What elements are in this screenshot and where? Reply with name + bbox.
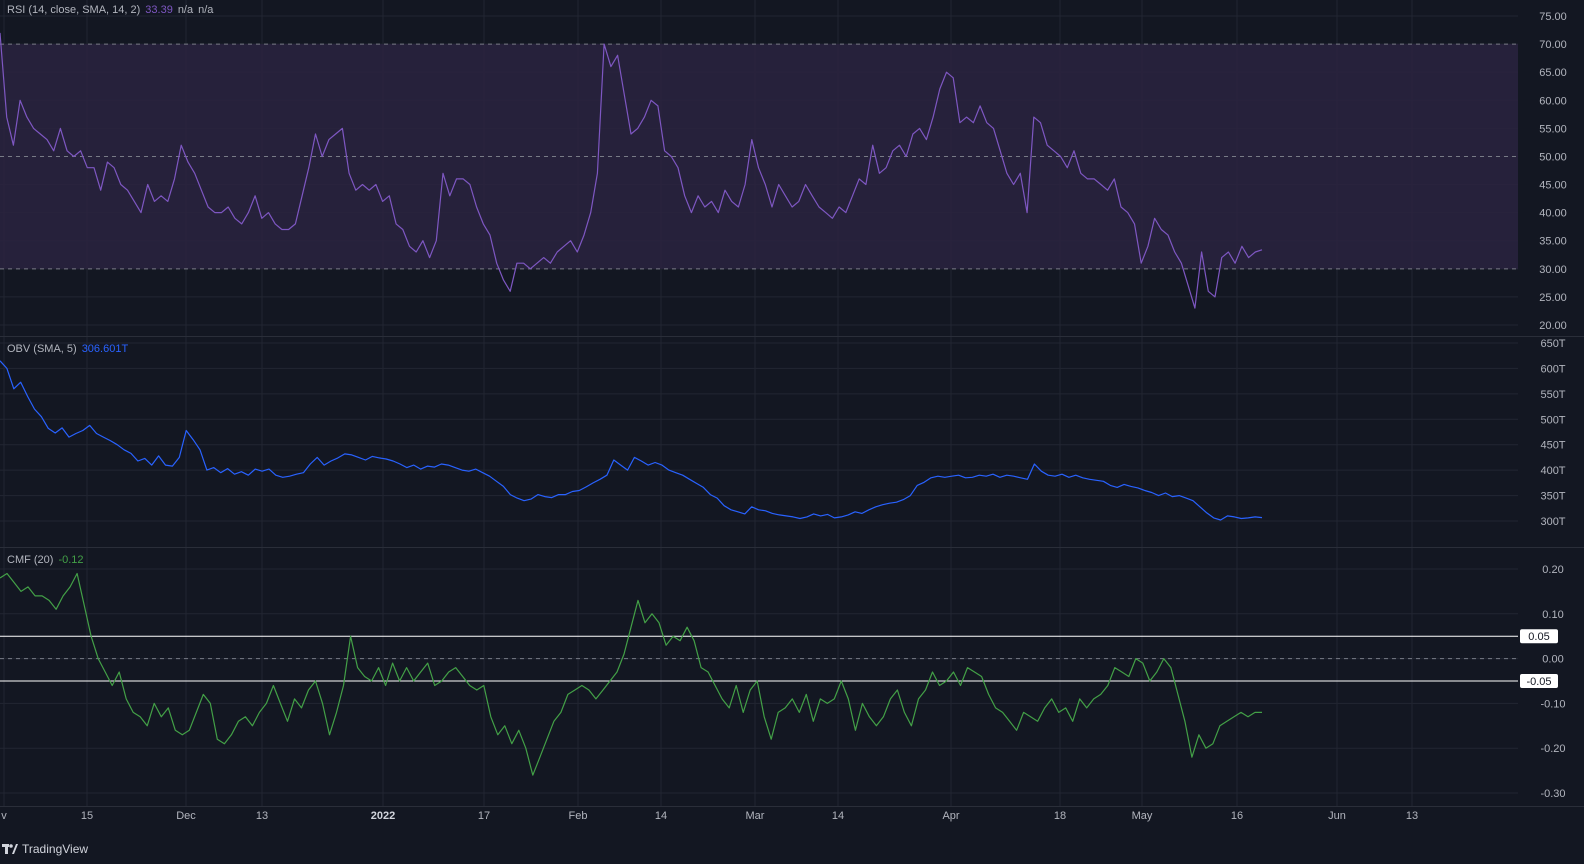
rsi-y-tick-label: 70.00 xyxy=(1539,39,1567,51)
obv-legend[interactable]: OBV (SMA, 5) 306.601T xyxy=(7,343,133,355)
cmf-level-tag-label: -0.05 xyxy=(1526,676,1551,688)
rsi-y-tick-label: 65.00 xyxy=(1539,67,1567,79)
obv-legend-value: 306.601T xyxy=(81,343,129,355)
rsi-legend[interactable]: RSI (14, close, SMA, 14, 2) 33.39 n/a n/a xyxy=(7,4,218,16)
x-axis-label: Feb xyxy=(569,810,588,822)
obv-series-line xyxy=(0,360,1263,521)
tradingview-brand-text: TradingView xyxy=(22,842,89,856)
rsi-y-tick-label: 50.00 xyxy=(1539,151,1567,163)
x-axis-label: 14 xyxy=(655,810,667,822)
x-axis-label: 17 xyxy=(478,810,490,822)
tradingview-logo-icon xyxy=(2,844,18,854)
x-axis-label: Jun xyxy=(1328,810,1346,822)
x-axis-label: Dec xyxy=(176,810,196,822)
cmf-legend-label: CMF (20) xyxy=(7,554,54,566)
rsi-y-tick-label: 40.00 xyxy=(1539,208,1567,220)
cmf-y-tick-label: 0.20 xyxy=(1542,564,1563,576)
x-axis-label: 15 xyxy=(81,810,93,822)
cmf-legend-value: -0.12 xyxy=(58,554,84,566)
obv-y-tick-label: 550T xyxy=(1540,389,1565,401)
rsi-legend-extra-1: n/a xyxy=(177,4,194,16)
x-axis-label: Mar xyxy=(746,810,765,822)
obv-y-tick-label: 500T xyxy=(1540,414,1565,426)
cmf-series-line xyxy=(0,572,1262,776)
rsi-y-tick-label: 25.00 xyxy=(1539,292,1567,304)
cmf-y-tick-label: -0.20 xyxy=(1540,743,1565,755)
obv-y-tick-label: 650T xyxy=(1540,338,1565,350)
rsi-legend-extra-2: n/a xyxy=(198,4,214,16)
rsi-y-tick-label: 75.00 xyxy=(1539,11,1567,23)
rsi-legend-label: RSI (14, close, SMA, 14, 2) xyxy=(7,4,141,16)
chart-canvas[interactable]: 75.00 70.00 65.00 60.00 55.00 50.00 45.00 40.00… xyxy=(0,0,1584,834)
x-axis-label: v xyxy=(1,810,7,822)
x-axis-label: 13 xyxy=(256,810,268,822)
footer-bar: TradingView xyxy=(0,834,1584,864)
x-axis-label: May xyxy=(1132,810,1153,822)
rsi-y-tick-label: 30.00 xyxy=(1539,264,1567,276)
obv-y-tick-label: 450T xyxy=(1540,440,1565,452)
obv-y-tick-label: 350T xyxy=(1540,491,1565,503)
x-axis-label: Apr xyxy=(942,810,959,822)
obv-y-tick-label: 400T xyxy=(1540,465,1565,477)
rsi-y-tick-label: 55.00 xyxy=(1539,123,1567,135)
x-axis-label: 16 xyxy=(1231,810,1243,822)
rsi-y-tick-label: 20.00 xyxy=(1539,320,1567,332)
rsi-y-tick-label: 35.00 xyxy=(1539,236,1567,248)
rsi-y-tick-label: 60.00 xyxy=(1539,95,1567,107)
x-axis-label: 13 xyxy=(1406,810,1418,822)
obv-y-tick-label: 300T xyxy=(1540,516,1565,528)
cmf-level-tag-label: 0.05 xyxy=(1528,631,1549,643)
tradingview-logo[interactable]: TradingView xyxy=(2,842,88,856)
x-axis-label: 14 xyxy=(832,810,844,822)
cmf-y-tick-label: 0.10 xyxy=(1542,609,1563,621)
obv-legend-label: OBV (SMA, 5) xyxy=(7,343,77,355)
cmf-y-tick-label: 0.00 xyxy=(1542,654,1563,666)
rsi-y-tick-label: 45.00 xyxy=(1539,180,1567,192)
cmf-y-tick-label: -0.10 xyxy=(1540,698,1565,710)
cmf-y-tick-label: -0.30 xyxy=(1540,788,1565,800)
rsi-legend-value: 33.39 xyxy=(145,4,173,16)
cmf-legend[interactable]: CMF (20) -0.12 xyxy=(7,554,89,566)
x-axis-label: 2022 xyxy=(371,810,395,822)
x-axis-label: 18 xyxy=(1054,810,1066,822)
obv-y-tick-label: 600T xyxy=(1540,363,1565,375)
